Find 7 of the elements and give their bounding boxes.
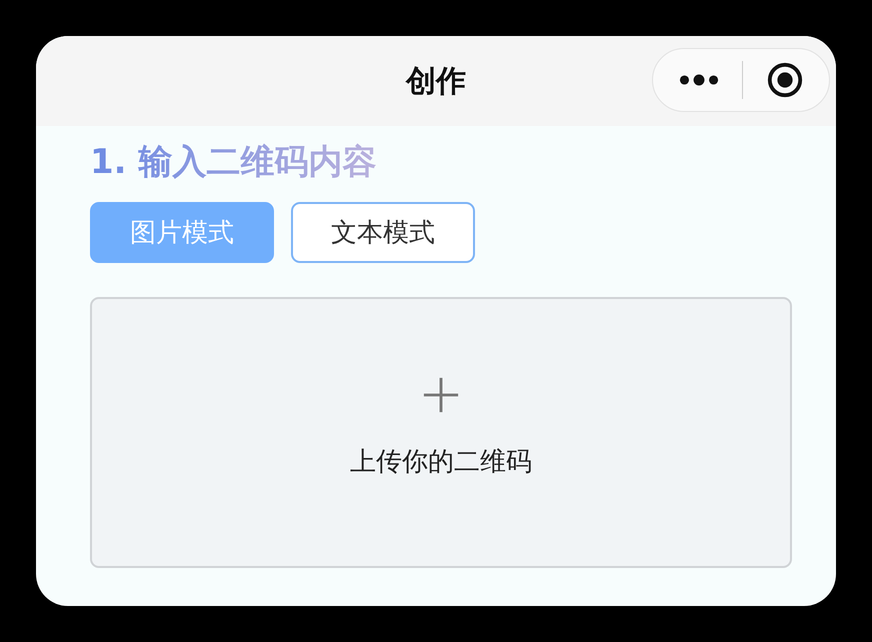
more-icon[interactable] xyxy=(678,73,718,87)
plus-icon xyxy=(422,376,460,414)
upload-label: 上传你的二维码 xyxy=(350,446,532,479)
upload-area[interactable]: 上传你的二维码 xyxy=(90,297,792,568)
mode-tab[interactable]: 文本模式 xyxy=(291,202,475,263)
window-title: 创作 xyxy=(406,62,466,100)
close-icon[interactable] xyxy=(766,61,804,99)
